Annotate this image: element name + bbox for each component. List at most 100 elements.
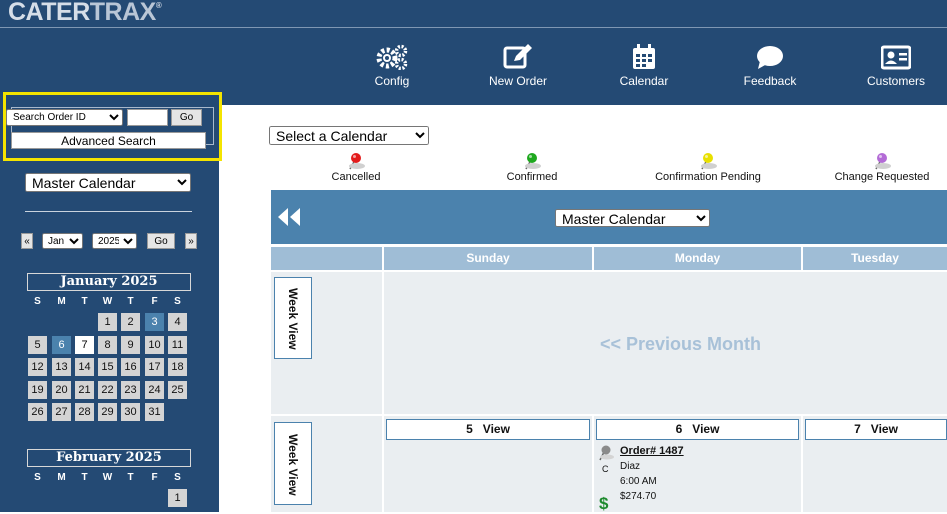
order-search-go-button[interactable]: Go: [171, 109, 202, 126]
purple-pin-icon: [875, 153, 891, 170]
day-header-monday: Monday: [594, 247, 801, 270]
jan-day-9[interactable]: 9: [121, 335, 140, 354]
speech-bubble-icon: [757, 46, 783, 69]
day-of-week-label: W: [102, 472, 113, 483]
nav-calendar-label: Calendar: [619, 74, 669, 88]
jan-day-1[interactable]: 1: [98, 313, 117, 331]
order-search-type-select[interactable]: Search Order ID: [6, 109, 123, 126]
nav-feedback[interactable]: Feedback: [725, 44, 815, 88]
week-view-button[interactable]: Week View: [274, 422, 312, 505]
legend-confirmed: Confirmed: [472, 152, 592, 183]
jan-day-23[interactable]: 23: [121, 380, 140, 399]
calendar-select[interactable]: Select a Calendar: [269, 126, 429, 145]
year-select[interactable]: 2025: [92, 233, 137, 249]
sidebar-divider: [25, 211, 192, 212]
nav-customers[interactable]: Customers: [851, 44, 941, 88]
day-number: 5: [466, 422, 473, 436]
week-view-button[interactable]: Week View: [274, 277, 312, 359]
advanced-search-button[interactable]: Advanced Search: [11, 132, 206, 149]
jan-day-12[interactable]: 12: [28, 358, 47, 376]
catertrax-logo[interactable]: CATERTRAX®: [8, 0, 162, 27]
day-of-week-label: F: [151, 472, 158, 483]
order-link[interactable]: Order# 1487: [620, 445, 684, 457]
jan-day-8[interactable]: 8: [98, 335, 117, 354]
legend-confirmed-label: Confirmed: [506, 171, 558, 183]
jan-day-14[interactable]: 14: [75, 358, 94, 376]
week-view-label: Week View: [286, 288, 300, 350]
jan-day-22[interactable]: 22: [98, 380, 117, 399]
day-view-label: View: [692, 422, 720, 436]
jan-day-4[interactable]: 4: [168, 313, 187, 331]
order-time: 6:00 AM: [620, 476, 657, 487]
order-amount: $274.70: [620, 491, 657, 502]
jan-day-5[interactable]: 5: [28, 335, 47, 354]
nav-new-order-label: New Order: [488, 74, 547, 88]
legend-confirmation-pending: Confirmation Pending: [638, 152, 778, 183]
day-number: 7: [854, 422, 861, 436]
nav-calendar[interactable]: Calendar: [599, 44, 689, 88]
jan-day-21[interactable]: 21: [75, 380, 94, 399]
day-of-week-label: M: [57, 472, 66, 483]
mini-calendar-february-title: February 2025: [27, 449, 191, 467]
mini-calendar-january-title: January 2025: [27, 273, 191, 291]
day-view-button-5[interactable]: 5 View: [386, 419, 590, 440]
jan-day-31[interactable]: 31: [145, 403, 164, 421]
day-of-week-label: M: [57, 296, 66, 307]
jan-day-17[interactable]: 17: [145, 358, 164, 376]
day-number: 6: [675, 422, 683, 436]
jan-day-20[interactable]: 20: [52, 380, 71, 399]
mini-calendar-go-button[interactable]: Go: [147, 233, 175, 249]
nav-feedback-label: Feedback: [743, 74, 797, 88]
nav-new-order[interactable]: New Order: [473, 44, 563, 88]
day-of-week-label: T: [127, 296, 134, 307]
order-id-input[interactable]: [127, 109, 168, 126]
jan-day-15[interactable]: 15: [98, 358, 117, 376]
previous-month-link[interactable]: << Previous Month: [600, 334, 761, 355]
day-view-button-7[interactable]: 7 View: [805, 419, 947, 440]
week-column-header: [271, 247, 382, 270]
jan-day-26[interactable]: 26: [28, 403, 47, 421]
legend-change-requested: Change Requested: [822, 152, 942, 183]
day-view-button-6[interactable]: 6 View: [596, 419, 799, 440]
next-month-button[interactable]: »: [185, 233, 197, 249]
legend-change-requested-label: Change Requested: [834, 171, 930, 183]
month-select[interactable]: Jan: [42, 233, 83, 249]
feb-day-1[interactable]: 1: [168, 489, 187, 507]
jan-day-18[interactable]: 18: [168, 358, 187, 376]
jan-day-3[interactable]: 3: [145, 313, 164, 331]
jan-day-6[interactable]: 6: [52, 335, 71, 354]
id-card-icon: [881, 45, 911, 70]
order-customer: Diaz: [620, 461, 641, 472]
jan-day-29[interactable]: 29: [98, 403, 117, 421]
jan-day-2[interactable]: 2: [121, 313, 140, 331]
jan-day-16[interactable]: 16: [121, 358, 140, 376]
nav-config[interactable]: Config: [347, 44, 437, 88]
jan-day-28[interactable]: 28: [75, 403, 94, 421]
jan-day-19[interactable]: 19: [28, 380, 47, 399]
logo-trax-text: TRAX: [89, 0, 157, 26]
nav-customers-label: Customers: [866, 74, 925, 88]
jan-day-27[interactable]: 27: [52, 403, 71, 421]
jan-day-24[interactable]: 24: [145, 380, 164, 399]
top-bar: CATERTRAX® Config New Order Calendar Fee…: [0, 0, 947, 105]
sidebar-calendar-select[interactable]: Master Calendar: [25, 173, 191, 192]
prev-month-button[interactable]: «: [21, 233, 33, 249]
logo-cater-text: CATER: [8, 0, 90, 26]
dollar-icon: $: [599, 494, 609, 513]
jan-day-13[interactable]: 13: [52, 358, 71, 376]
order-search-panel: [3, 92, 222, 161]
banner-calendar-select[interactable]: Master Calendar: [555, 209, 710, 227]
jan-day-7[interactable]: 7: [75, 335, 94, 354]
jan-day-30[interactable]: 30: [121, 403, 140, 421]
red-pin-icon: [349, 153, 365, 170]
day-of-week-label: T: [81, 472, 88, 483]
jan-day-11[interactable]: 11: [168, 335, 187, 354]
jan-day-10[interactable]: 10: [145, 335, 164, 354]
nav-config-label: Config: [374, 74, 410, 88]
jan-day-25[interactable]: 25: [168, 380, 187, 399]
day-of-week-label: T: [127, 472, 134, 483]
gray-pin-icon: [599, 445, 614, 461]
day-of-week-label: S: [174, 472, 181, 483]
day-of-week-label: T: [81, 296, 88, 307]
rewind-icon[interactable]: [276, 207, 302, 227]
